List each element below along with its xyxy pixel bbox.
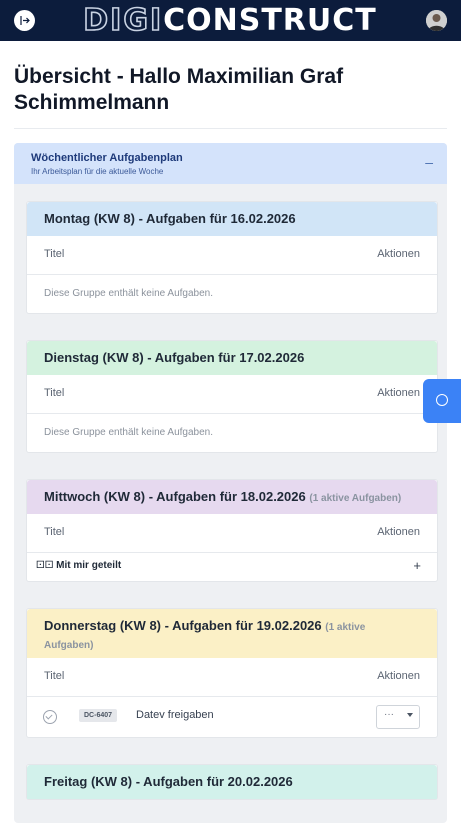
- table-header: Titel Aktionen: [27, 236, 437, 275]
- weekly-plan-subtitle: Ihr Arbeitsplan für die aktuelle Woche: [31, 167, 164, 176]
- logout-icon: [20, 16, 30, 25]
- collapse-button[interactable]: –: [425, 155, 433, 169]
- day-header[interactable]: Mittwoch (KW 8) - Aufgaben für 18.02.202…: [27, 480, 437, 514]
- logo-construct: CONSTRUCT: [163, 3, 377, 38]
- day-header[interactable]: Donnerstag (KW 8) - Aufgaben für 19.02.2…: [27, 609, 437, 658]
- day-card-thursday: Donnerstag (KW 8) - Aufgaben für 19.02.2…: [26, 608, 438, 738]
- day-header[interactable]: Montag (KW 8) - Aufgaben für 16.02.2026: [27, 202, 437, 236]
- day-card-friday: Freitag (KW 8) - Aufgaben für 20.02.2026: [26, 764, 438, 800]
- app-logo[interactable]: DIGI CONSTRUCT: [82, 0, 375, 41]
- empty-text: Diese Gruppe enthält keine Aufgaben.: [44, 427, 214, 438]
- day-title: Mittwoch (KW 8) - Aufgaben für 18.02.202…: [44, 489, 401, 507]
- column-actions: Aktionen: [377, 670, 420, 682]
- day-card-monday: Montag (KW 8) - Aufgaben für 16.02.2026 …: [26, 201, 438, 314]
- more-icon: ···: [384, 709, 394, 720]
- shared-label: ⚀⚀ Mit mir geteilt: [36, 560, 121, 571]
- empty-state: Diese Gruppe enthält keine Aufgaben.: [27, 414, 437, 452]
- empty-text: Diese Gruppe enthält keine Aufgaben.: [44, 288, 214, 299]
- task-name[interactable]: Datev freigaben: [136, 709, 214, 721]
- table-header: Titel Aktionen: [27, 375, 437, 414]
- help-icon: [436, 394, 448, 406]
- page-title: Übersicht - Hallo Maximilian Graf Schimm…: [14, 65, 344, 114]
- column-actions: Aktionen: [377, 248, 420, 260]
- day-title-text: Montag (KW 8) - Aufgaben für 16.02.2026: [44, 211, 296, 226]
- day-title-text: Dienstag (KW 8) - Aufgaben für 17.02.202…: [44, 350, 305, 365]
- complete-check-icon[interactable]: [43, 710, 57, 724]
- logo-digi: DIGI: [82, 2, 164, 39]
- table-header: Titel Aktionen: [27, 658, 437, 697]
- table-header: Titel Aktionen: [27, 514, 437, 553]
- top-navigation-bar: DIGI CONSTRUCT: [0, 0, 461, 41]
- task-id-badge[interactable]: DC-6407: [79, 709, 118, 722]
- task-actions-menu[interactable]: ···: [376, 705, 420, 729]
- task-row[interactable]: DC-6407 Datev freigaben ···: [27, 697, 437, 737]
- avatar-icon: [426, 10, 447, 31]
- column-title: Titel: [44, 248, 65, 260]
- day-title: Donnerstag (KW 8) - Aufgaben für 19.02.2…: [44, 618, 404, 654]
- day-title: Freitag (KW 8) - Aufgaben für 20.02.2026: [44, 774, 293, 790]
- column-title: Titel: [44, 387, 65, 399]
- logout-button[interactable]: [14, 10, 35, 31]
- day-title-text: Mittwoch (KW 8) - Aufgaben für 18.02.202…: [44, 489, 306, 504]
- day-title-text: Donnerstag (KW 8) - Aufgaben für 19.02.2…: [44, 618, 322, 633]
- empty-state: Diese Gruppe enthält keine Aufgaben.: [27, 275, 437, 313]
- shared-group-row[interactable]: ⚀⚀ Mit mir geteilt +: [27, 553, 437, 581]
- column-actions: Aktionen: [377, 387, 420, 399]
- divider: [14, 128, 447, 129]
- day-header[interactable]: Freitag (KW 8) - Aufgaben für 20.02.2026: [27, 765, 437, 799]
- day-header[interactable]: Dienstag (KW 8) - Aufgaben für 17.02.202…: [27, 341, 437, 375]
- help-button[interactable]: [423, 379, 461, 423]
- binoculars-icon: ⚀⚀: [36, 560, 54, 571]
- weekly-plan-title: Wöchentlicher Aufgabenplan: [31, 152, 183, 164]
- day-title: Dienstag (KW 8) - Aufgaben für 17.02.202…: [44, 350, 304, 366]
- column-title: Titel: [44, 526, 65, 538]
- user-avatar-button[interactable]: [426, 10, 447, 31]
- shared-label-text: Mit mir geteilt: [56, 560, 122, 571]
- day-title-text: Freitag (KW 8) - Aufgaben für 20.02.2026: [44, 774, 293, 789]
- column-actions: Aktionen: [377, 526, 420, 538]
- day-title: Montag (KW 8) - Aufgaben für 16.02.2026: [44, 211, 296, 227]
- column-title: Titel: [44, 670, 65, 682]
- weekly-plan-header[interactable]: Wöchentlicher Aufgabenplan Ihr Arbeitspl…: [14, 143, 447, 184]
- task-count: (1 aktive Aufgaben): [309, 493, 402, 504]
- chevron-down-icon: [407, 713, 413, 717]
- day-card-wednesday: Mittwoch (KW 8) - Aufgaben für 18.02.202…: [26, 479, 438, 582]
- add-button[interactable]: +: [413, 558, 421, 573]
- day-card-tuesday: Dienstag (KW 8) - Aufgaben für 17.02.202…: [26, 340, 438, 453]
